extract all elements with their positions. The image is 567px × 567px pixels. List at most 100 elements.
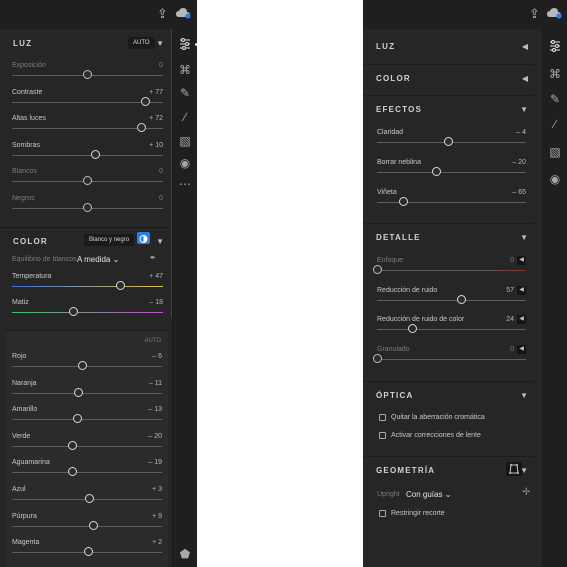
healing-icon[interactable]: ✎ <box>173 86 197 100</box>
slider-track[interactable] <box>12 392 162 394</box>
slider-value[interactable]: + 2 <box>152 539 162 546</box>
collapse-arrow-icon[interactable]: ◀ <box>517 256 526 265</box>
tag-icon[interactable]: ⬟ <box>173 547 197 561</box>
slider-thumb[interactable] <box>74 387 84 397</box>
radial-gradient-icon[interactable]: ◉ <box>543 172 567 186</box>
light-section-header[interactable]: LUZ AUTO ▼ <box>0 30 171 58</box>
slider-thumb[interactable] <box>84 547 93 557</box>
slider-value[interactable]: 57 <box>506 287 514 294</box>
slider-value[interactable]: + 77 <box>149 89 163 96</box>
edit-sliders-icon[interactable] <box>543 40 567 55</box>
linear-gradient-icon[interactable]: ▧ <box>543 145 567 159</box>
slider-value[interactable]: – 20 <box>512 159 526 166</box>
crop-icon[interactable]: ⌘ <box>543 67 567 81</box>
slider-thumb[interactable] <box>398 197 408 206</box>
edit-sliders-icon[interactable] <box>173 38 197 53</box>
slider-track[interactable] <box>12 154 163 156</box>
slider-track[interactable] <box>12 445 162 447</box>
auto-button[interactable]: AUTO <box>128 37 155 49</box>
optics-section-header[interactable]: ÓPTICA ▼ <box>363 381 535 409</box>
cloud-icon[interactable] <box>546 7 562 22</box>
slider-thumb[interactable] <box>78 361 87 370</box>
slider-thumb[interactable] <box>372 353 382 363</box>
chevron-down-icon[interactable]: ▼ <box>520 391 528 401</box>
chevron-left-icon[interactable]: ◀ <box>522 42 528 52</box>
light-section-header[interactable]: LUZ ◀ <box>363 33 535 61</box>
slider-thumb[interactable] <box>84 494 94 503</box>
slider-thumb[interactable] <box>69 307 79 316</box>
crop-icon[interactable]: ⌘ <box>173 63 197 77</box>
black-white-toggle[interactable] <box>137 232 150 244</box>
slider-value[interactable]: – 18 <box>149 299 163 306</box>
slider-value[interactable]: 0 <box>159 168 163 175</box>
lens-corrections-checkbox[interactable] <box>379 432 386 439</box>
slider-value[interactable]: – 19 <box>148 459 162 466</box>
chevron-left-icon[interactable]: ◀ <box>522 74 528 84</box>
healing-icon[interactable]: ✎ <box>543 92 567 106</box>
slider-value[interactable]: 0 <box>510 346 514 353</box>
slider-track[interactable] <box>377 299 526 301</box>
slider-track[interactable] <box>377 329 526 330</box>
slider-thumb[interactable] <box>408 324 418 333</box>
slider-value[interactable]: 0 <box>159 195 163 202</box>
guides-crosshair-icon[interactable]: ✛ <box>522 487 530 498</box>
slider-track[interactable] <box>12 419 162 421</box>
slider-value[interactable]: 0 <box>159 62 163 69</box>
slider-track[interactable] <box>377 172 526 173</box>
slider-value[interactable]: – 13 <box>148 406 162 413</box>
slider-track[interactable] <box>377 270 526 271</box>
eyedropper-icon[interactable]: ✒ <box>150 254 156 262</box>
slider-thumb[interactable] <box>68 467 78 477</box>
slider-thumb[interactable] <box>141 96 151 106</box>
slider-track[interactable] <box>377 358 526 360</box>
slider-value[interactable]: – 11 <box>149 380 162 387</box>
collapse-arrow-icon[interactable]: ◀ <box>517 344 526 354</box>
color-section-header[interactable]: COLOR ◀ <box>363 64 535 92</box>
slider-thumb[interactable] <box>372 265 382 274</box>
chevron-down-icon[interactable]: ▼ <box>156 39 164 49</box>
slider-value[interactable]: – 20 <box>148 433 162 440</box>
color-section-header[interactable]: COLOR Blanco y negro ▼ <box>0 227 171 255</box>
slider-value[interactable]: + 47 <box>149 273 163 280</box>
restrict-crop-checkbox[interactable] <box>379 510 386 517</box>
slider-thumb[interactable] <box>83 202 92 212</box>
slider-track[interactable] <box>12 312 163 313</box>
slider-value[interactable]: + 10 <box>149 142 163 149</box>
slider-thumb[interactable] <box>90 149 100 159</box>
slider-thumb[interactable] <box>432 167 442 176</box>
slider-thumb[interactable] <box>72 414 82 424</box>
chevron-down-icon[interactable]: ▼ <box>156 237 164 247</box>
brush-icon[interactable]: ∕ <box>173 110 197 124</box>
slider-thumb[interactable] <box>457 294 467 304</box>
geometry-section-header[interactable]: GEOMETRÍA ▼ <box>363 456 535 484</box>
slider-thumb[interactable] <box>444 137 454 146</box>
slider-track[interactable] <box>12 472 162 474</box>
slider-track[interactable] <box>12 366 162 367</box>
slider-thumb[interactable] <box>89 520 99 530</box>
slider-value[interactable]: + 72 <box>149 115 163 122</box>
more-icon[interactable]: ⋯ <box>173 177 197 191</box>
chevron-down-icon[interactable]: ▼ <box>520 105 528 115</box>
slider-value[interactable]: + 9 <box>152 513 162 520</box>
radial-gradient-icon[interactable]: ◉ <box>173 156 197 170</box>
slider-thumb[interactable] <box>137 123 147 132</box>
slider-track[interactable] <box>12 525 162 527</box>
upright-select[interactable]: Con guías ⌄ <box>406 490 451 499</box>
slider-thumb[interactable] <box>83 176 92 185</box>
share-icon[interactable]: ⇪ <box>157 7 168 21</box>
share-icon[interactable]: ⇪ <box>529 7 540 21</box>
white-balance-select[interactable]: A medida ⌄ <box>77 255 119 264</box>
slider-thumb[interactable] <box>116 281 126 290</box>
slider-value[interactable]: – 6 <box>152 353 162 360</box>
slider-value[interactable]: + 3 <box>152 486 162 493</box>
slider-value[interactable]: – 4 <box>516 129 526 136</box>
brush-icon[interactable]: ∕ <box>543 117 567 131</box>
slider-thumb[interactable] <box>67 440 77 450</box>
chevron-down-icon[interactable]: ▼ <box>520 233 528 243</box>
effects-section-header[interactable]: EFECTOS ▼ <box>363 95 535 123</box>
cloud-icon[interactable] <box>175 7 191 22</box>
chevron-down-icon[interactable]: ▼ <box>520 466 528 476</box>
slider-thumb[interactable] <box>83 70 92 79</box>
slider-value[interactable]: – 65 <box>512 189 526 196</box>
linear-gradient-icon[interactable]: ▧ <box>173 134 197 148</box>
